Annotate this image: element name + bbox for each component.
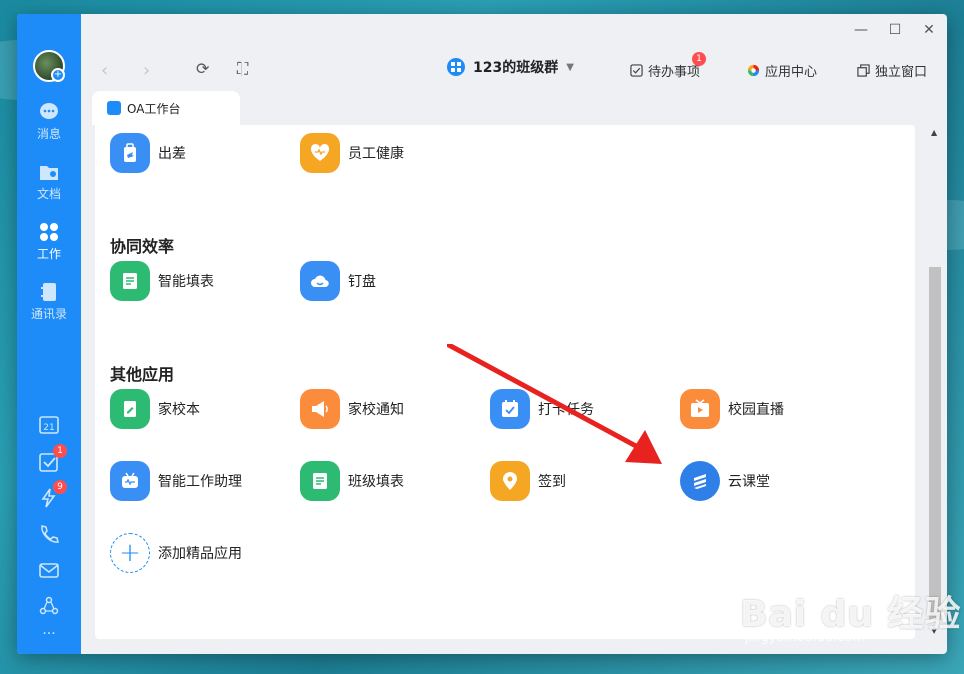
- todo-button[interactable]: 待办事项: [630, 61, 700, 80]
- back-chevron-icon[interactable]: ‹: [101, 60, 108, 81]
- avatar-add-icon[interactable]: +: [51, 68, 65, 82]
- notebook-pen-icon: [110, 389, 150, 429]
- app-label: 添加精品应用: [158, 546, 242, 562]
- tab-oa-workbench[interactable]: OA工作台: [92, 91, 240, 125]
- annotation-arrow: [447, 344, 662, 464]
- app-smart-form[interactable]: 智能填表: [110, 261, 214, 301]
- cloud-icon: [300, 261, 340, 301]
- scrollbar-thumb[interactable]: [929, 267, 941, 620]
- grid-icon: [107, 101, 121, 115]
- app-label: 智能填表: [158, 274, 214, 290]
- form-sheet-icon: [110, 261, 150, 301]
- app-center-label: 应用中心: [765, 65, 818, 80]
- group-grid-icon: [447, 58, 465, 76]
- rail-label: 消息: [36, 127, 61, 141]
- todo-count-badge: 1: [692, 52, 706, 66]
- close-button[interactable]: ✕: [919, 22, 939, 38]
- rail-item-docs[interactable]: 文档: [17, 162, 81, 202]
- mail-icon[interactable]: [39, 560, 59, 580]
- heart-icon: [300, 133, 340, 173]
- forward-chevron-icon[interactable]: ›: [143, 60, 150, 81]
- scroll-up-arrow-icon[interactable]: ▲: [931, 128, 937, 137]
- minimize-button[interactable]: —: [851, 22, 871, 38]
- robot-icon: [110, 461, 150, 501]
- app-label: 出差: [158, 146, 186, 162]
- tab-label: OA工作台: [127, 101, 181, 116]
- app-smart-assistant[interactable]: 智能工作助理: [110, 461, 242, 501]
- refresh-icon[interactable]: ⟳: [196, 59, 209, 78]
- ding-badge: 9: [53, 480, 67, 494]
- app-employee-health[interactable]: 员工健康: [300, 133, 404, 173]
- group-title: 123的班级群: [473, 60, 559, 76]
- app-label: 智能工作助理: [158, 474, 242, 490]
- section-title-other: 其他应用: [110, 365, 175, 384]
- window-copy-icon: [857, 64, 870, 77]
- standalone-window-label: 独立窗口: [875, 65, 928, 80]
- suitcase-plane-icon: [110, 133, 150, 173]
- app-label: 云课堂: [728, 474, 770, 490]
- app-dingpan[interactable]: 钉盘: [300, 261, 376, 301]
- calendar-icon[interactable]: 21: [39, 414, 59, 434]
- app-home-school-book[interactable]: 家校本: [110, 389, 200, 429]
- section-title-collab: 协同效率: [110, 237, 175, 256]
- app-label: 班级填表: [348, 474, 404, 490]
- app-travel[interactable]: 出差: [110, 133, 186, 173]
- group-title-selector[interactable]: 123的班级群 ▼: [447, 57, 574, 77]
- grid-icon: [40, 223, 58, 241]
- rail-label: 文档: [36, 187, 61, 201]
- app-label: 钉盘: [348, 274, 376, 290]
- app-label: 校园直播: [728, 402, 784, 418]
- calendar-day: 21: [43, 423, 54, 433]
- fullscreen-icon[interactable]: ⛶: [237, 59, 248, 79]
- rail-item-messages[interactable]: 消息: [17, 102, 81, 142]
- todo-label: 待办事项: [648, 65, 701, 80]
- app-label: 家校本: [158, 402, 200, 418]
- form-sheet-icon: [300, 461, 340, 501]
- folder-icon: [40, 166, 58, 180]
- contacts-book-icon: [41, 283, 56, 301]
- org-network-icon[interactable]: [39, 596, 59, 616]
- megaphone-icon: [300, 389, 340, 429]
- phone-video-icon[interactable]: [39, 524, 59, 544]
- rail-item-work[interactable]: 工作: [17, 222, 81, 262]
- todo-badge: 1: [53, 444, 67, 458]
- chat-bubble-icon: [40, 103, 58, 119]
- app-label: 家校通知: [348, 402, 404, 418]
- top-bar: — ☐ ✕ ‹ › ⟳ ⛶ 123的班级群 ▼ 待办事项 1 应用中心 独立窗口: [81, 14, 947, 96]
- standalone-window-button[interactable]: 独立窗口: [857, 61, 927, 80]
- app-window: + 消息 文档 工作 通讯录 21 1 9 ··· — ☐ ✕ ‹ › ⟳ ⛶ …: [17, 14, 947, 654]
- more-icon[interactable]: ···: [17, 626, 81, 642]
- app-center-icon: [747, 64, 760, 77]
- app-home-school-notice[interactable]: 家校通知: [300, 389, 404, 429]
- app-label: 员工健康: [348, 146, 404, 162]
- caret-down-icon: ▼: [566, 61, 574, 73]
- app-class-form[interactable]: 班级填表: [300, 461, 404, 501]
- add-app-button[interactable]: + 添加精品应用: [110, 533, 242, 573]
- checkbox-icon: [630, 64, 643, 77]
- watermark-url: jingyan.baidu.com: [745, 630, 865, 645]
- rail-item-contacts[interactable]: 通讯录: [17, 282, 81, 322]
- app-center-button[interactable]: 应用中心: [747, 61, 817, 80]
- left-rail: + 消息 文档 工作 通讯录 21 1 9 ···: [17, 14, 81, 654]
- rail-label: 通讯录: [30, 307, 67, 321]
- maximize-button[interactable]: ☐: [885, 22, 905, 38]
- rail-label: 工作: [36, 247, 61, 261]
- plus-icon: +: [110, 533, 150, 573]
